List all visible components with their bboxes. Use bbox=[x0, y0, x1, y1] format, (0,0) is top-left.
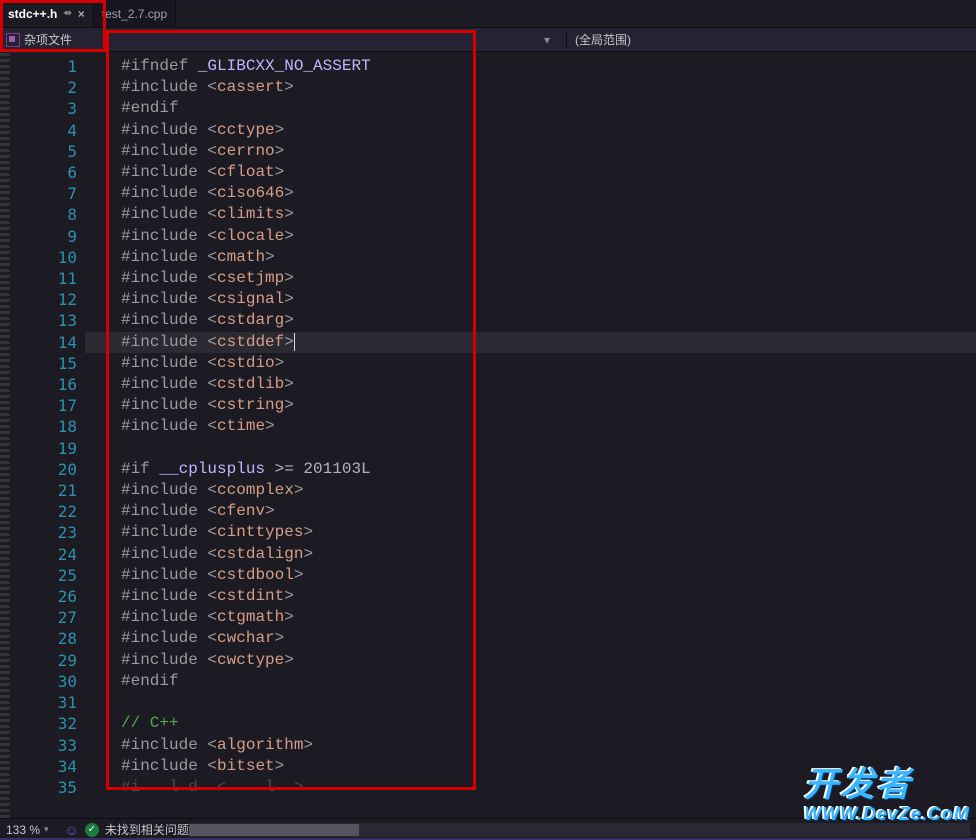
tab-label: stdc++.h bbox=[8, 7, 57, 21]
line-number: 1 bbox=[10, 56, 77, 77]
code-line[interactable]: #include <cstdbool> bbox=[85, 565, 976, 586]
code-line[interactable] bbox=[85, 692, 976, 713]
watermark: 开发者 WWW.DevZe.CoM bbox=[804, 757, 970, 822]
horizontal-scrollbar[interactable] bbox=[189, 823, 970, 837]
code-line[interactable]: #include <ctime> bbox=[85, 416, 976, 437]
editor-area: 1234567891011121314151617181920212223242… bbox=[0, 52, 976, 818]
breadcrumb-bar: 杂项文件 ▾ (全局范围) bbox=[0, 28, 976, 52]
misc-files-icon bbox=[6, 33, 20, 47]
line-number: 17 bbox=[10, 395, 77, 416]
line-number: 31 bbox=[10, 692, 77, 713]
line-number: 34 bbox=[10, 756, 77, 777]
code-line[interactable]: #include <climits> bbox=[85, 204, 976, 225]
code-line[interactable]: #endif bbox=[85, 98, 976, 119]
code-line[interactable] bbox=[85, 438, 976, 459]
line-number: 22 bbox=[10, 501, 77, 522]
scope-label: (全局范围) bbox=[575, 33, 631, 47]
watermark-main: 开发者 bbox=[804, 766, 912, 804]
line-number: 16 bbox=[10, 374, 77, 395]
code-line[interactable]: #include <ciso646> bbox=[85, 183, 976, 204]
outlining-margin[interactable] bbox=[0, 52, 10, 818]
breadcrumb-mid: ▾ bbox=[104, 33, 566, 47]
line-number: 27 bbox=[10, 607, 77, 628]
line-number: 13 bbox=[10, 310, 77, 331]
line-number: 28 bbox=[10, 628, 77, 649]
code-line[interactable]: // C++ bbox=[85, 713, 976, 734]
project-scope[interactable]: 杂项文件 bbox=[0, 31, 104, 48]
line-number: 29 bbox=[10, 650, 77, 671]
code-line[interactable]: #include <ccomplex> bbox=[85, 480, 976, 501]
line-number: 2 bbox=[10, 77, 77, 98]
code-line[interactable]: #include <cfenv> bbox=[85, 501, 976, 522]
code-line[interactable]: #include <cstddef> bbox=[85, 332, 976, 353]
line-number: 21 bbox=[10, 480, 77, 501]
code-line[interactable]: #include <cstdalign> bbox=[85, 544, 976, 565]
code-line[interactable]: #include <cwctype> bbox=[85, 650, 976, 671]
line-number: 12 bbox=[10, 289, 77, 310]
code-line[interactable]: #include <cstdarg> bbox=[85, 310, 976, 331]
line-number: 15 bbox=[10, 353, 77, 374]
line-number: 23 bbox=[10, 522, 77, 543]
line-number: 11 bbox=[10, 268, 77, 289]
code-line[interactable]: #include <cstdint> bbox=[85, 586, 976, 607]
code-line[interactable]: #include <ctgmath> bbox=[85, 607, 976, 628]
line-number: 9 bbox=[10, 226, 77, 247]
pin-icon[interactable]: ⇴ bbox=[63, 8, 71, 19]
code-line[interactable]: #include <cinttypes> bbox=[85, 522, 976, 543]
zoom-value: 133 % bbox=[6, 823, 40, 837]
code-content[interactable]: #ifndef _GLIBCXX_NO_ASSERT#include <cass… bbox=[85, 52, 976, 818]
code-line[interactable]: #include <cmath> bbox=[85, 247, 976, 268]
feedback-icon[interactable]: ☺ bbox=[65, 822, 79, 838]
code-line[interactable]: #include <cwchar> bbox=[85, 628, 976, 649]
code-line[interactable]: #include <csetjmp> bbox=[85, 268, 976, 289]
code-line[interactable]: #include <csignal> bbox=[85, 289, 976, 310]
line-number: 25 bbox=[10, 565, 77, 586]
chevron-down-icon[interactable]: ▾ bbox=[544, 33, 560, 47]
misc-label: 杂项文件 bbox=[24, 31, 72, 48]
zoom-control[interactable]: 133 % ▾ bbox=[0, 823, 55, 837]
line-number-gutter: 1234567891011121314151617181920212223242… bbox=[10, 52, 85, 818]
watermark-sub: WWW.DevZe.CoM bbox=[804, 806, 970, 822]
line-number: 33 bbox=[10, 735, 77, 756]
line-number: 18 bbox=[10, 416, 77, 437]
line-number: 3 bbox=[10, 98, 77, 119]
code-line[interactable]: #include <cstring> bbox=[85, 395, 976, 416]
chevron-down-icon: ▾ bbox=[44, 824, 49, 835]
code-line[interactable]: #include <cstdlib> bbox=[85, 374, 976, 395]
line-number: 8 bbox=[10, 204, 77, 225]
code-line[interactable]: #include <cerrno> bbox=[85, 141, 976, 162]
scrollbar-thumb[interactable] bbox=[189, 824, 359, 836]
line-number: 7 bbox=[10, 183, 77, 204]
ok-status-icon[interactable]: ✓ bbox=[85, 823, 99, 837]
line-number: 14 bbox=[10, 332, 77, 353]
line-number: 5 bbox=[10, 141, 77, 162]
tab-bar: stdc++.h ⇴ × test_2.7.cpp bbox=[0, 0, 976, 28]
line-number: 35 bbox=[10, 777, 77, 798]
tab-label: test_2.7.cpp bbox=[102, 7, 167, 21]
line-number: 4 bbox=[10, 120, 77, 141]
line-number: 10 bbox=[10, 247, 77, 268]
code-line[interactable]: #include <cctype> bbox=[85, 120, 976, 141]
code-line[interactable]: #include <cstdio> bbox=[85, 353, 976, 374]
line-number: 26 bbox=[10, 586, 77, 607]
code-line[interactable]: #include <clocale> bbox=[85, 226, 976, 247]
tab-inactive[interactable]: test_2.7.cpp bbox=[94, 0, 176, 27]
code-line[interactable]: #endif bbox=[85, 671, 976, 692]
scope-dropdown[interactable]: (全局范围) bbox=[566, 31, 976, 48]
line-number: 32 bbox=[10, 713, 77, 734]
line-number: 30 bbox=[10, 671, 77, 692]
line-number: 24 bbox=[10, 544, 77, 565]
code-line[interactable]: #include <cassert> bbox=[85, 77, 976, 98]
close-icon[interactable]: × bbox=[78, 7, 85, 21]
line-number: 19 bbox=[10, 438, 77, 459]
issues-text: 未找到相关问题 bbox=[105, 821, 189, 838]
code-line[interactable]: #if __cplusplus >= 201103L bbox=[85, 459, 976, 480]
line-number: 6 bbox=[10, 162, 77, 183]
code-line[interactable]: #include <algorithm> bbox=[85, 735, 976, 756]
tab-active[interactable]: stdc++.h ⇴ × bbox=[0, 0, 94, 27]
line-number: 20 bbox=[10, 459, 77, 480]
code-line[interactable]: #ifndef _GLIBCXX_NO_ASSERT bbox=[85, 56, 976, 77]
code-line[interactable]: #include <cfloat> bbox=[85, 162, 976, 183]
